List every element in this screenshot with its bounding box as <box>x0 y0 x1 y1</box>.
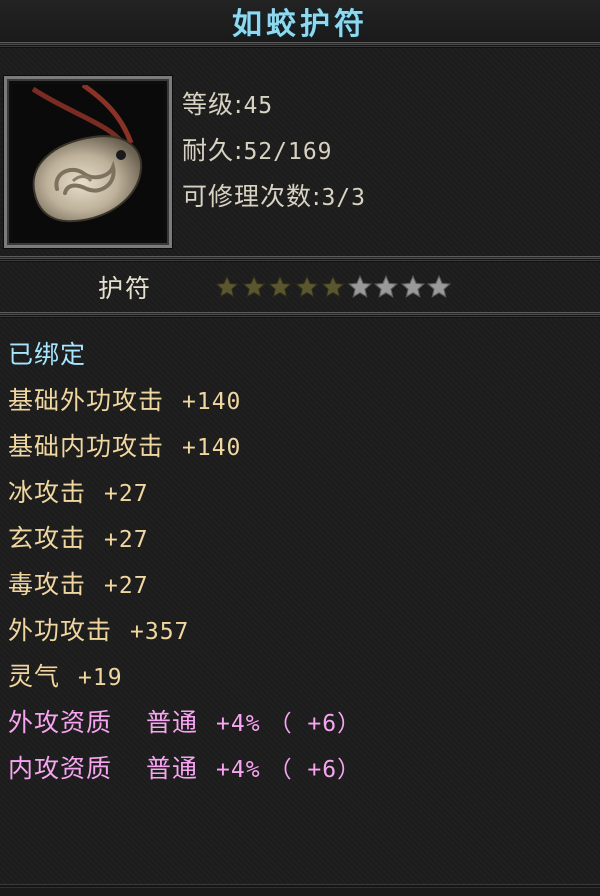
star-filled-icon <box>320 274 346 298</box>
attribute-row: 已绑定 <box>8 332 600 378</box>
attribute-value: +4% <box>216 711 261 737</box>
attribute-grade: 普通 <box>146 754 199 783</box>
attribute-label: 玄攻击 <box>8 524 87 553</box>
item-name: 如蛟护符 <box>232 7 368 42</box>
attribute-value: +27 <box>104 527 149 553</box>
item-info: 等级:45 耐久:52/169 可修理次数:3/3 <box>172 48 366 256</box>
attribute-value: +140 <box>182 389 242 415</box>
star-filled-icon <box>241 274 266 298</box>
attribute-label: 已绑定 <box>8 340 87 369</box>
attribute-row: 玄攻击 +27 <box>8 516 600 562</box>
attribute-value: +19 <box>78 665 123 691</box>
attribute-value: +27 <box>104 481 149 507</box>
durability-line: 耐久:52/169 <box>182 128 366 174</box>
star-empty-icon <box>400 274 425 298</box>
attribute-value: +4% <box>216 757 261 783</box>
type-row: 护符 <box>0 262 600 312</box>
attribute-label: 外攻资质 <box>8 708 113 737</box>
attribute-bonus: （ +6） <box>268 757 362 783</box>
attribute-label: 冰攻击 <box>8 478 87 507</box>
star-filled-icon <box>214 274 240 298</box>
item-icon-frame[interactable] <box>3 75 173 249</box>
attribute-list: 已绑定基础外功攻击 +140 基础内功攻击 +140 冰攻击 +27 玄攻击 +27 毒攻击 +2… <box>0 318 600 792</box>
attribute-bonus: （ +6） <box>268 711 362 737</box>
attribute-row: 灵气 +19 <box>8 654 600 700</box>
attribute-label: 毒攻击 <box>8 570 87 599</box>
bottom-border <box>0 884 600 896</box>
durability-label: 耐久: <box>182 136 244 165</box>
star-empty-icon <box>373 274 399 298</box>
title-bar: 如蛟护符 <box>0 0 600 42</box>
attribute-grade: 普通 <box>146 708 199 737</box>
attribute-value: +140 <box>182 435 242 461</box>
level-label: 等级: <box>182 90 244 119</box>
attribute-label: 基础内功攻击 <box>8 432 165 461</box>
attribute-value: +27 <box>104 573 149 599</box>
repair-value: 3/3 <box>321 185 366 211</box>
repair-line: 可修理次数:3/3 <box>182 174 366 220</box>
star-filled-icon <box>267 274 293 298</box>
attribute-row: 内攻资质 普通 +4% （ +6） <box>8 746 600 792</box>
attribute-label: 基础外功攻击 <box>8 386 165 415</box>
attribute-row: 毒攻击 +27 <box>8 562 600 608</box>
jade-pendant-icon <box>13 85 163 239</box>
attribute-row: 冰攻击 +27 <box>8 470 600 516</box>
attribute-label: 内攻资质 <box>8 754 113 783</box>
item-type: 护符 <box>98 274 153 303</box>
star-rating <box>214 274 453 300</box>
level-value: 45 <box>243 93 274 119</box>
durability-value: 52/169 <box>243 139 333 165</box>
level-line: 等级:45 <box>182 82 366 128</box>
attribute-label: 灵气 <box>8 662 61 691</box>
item-header: 等级:45 耐久:52/169 可修理次数:3/3 <box>0 48 600 256</box>
repair-label: 可修理次数: <box>182 182 322 211</box>
attribute-label: 外功攻击 <box>8 616 113 645</box>
star-empty-icon <box>426 274 452 298</box>
attribute-row: 外功攻击 +357 <box>8 608 600 654</box>
star-filled-icon <box>294 274 319 298</box>
attribute-row: 外攻资质 普通 +4% （ +6） <box>8 700 600 746</box>
attribute-row: 基础外功攻击 +140 <box>8 378 600 424</box>
star-empty-icon <box>347 274 372 298</box>
attribute-value: +357 <box>130 619 190 645</box>
item-tooltip: 如蛟护符 等级:45 耐久:52/169 可修理次数:3/3 护符 已绑定 基础… <box>0 0 600 896</box>
attribute-row: 基础内功攻击 +140 <box>8 424 600 470</box>
